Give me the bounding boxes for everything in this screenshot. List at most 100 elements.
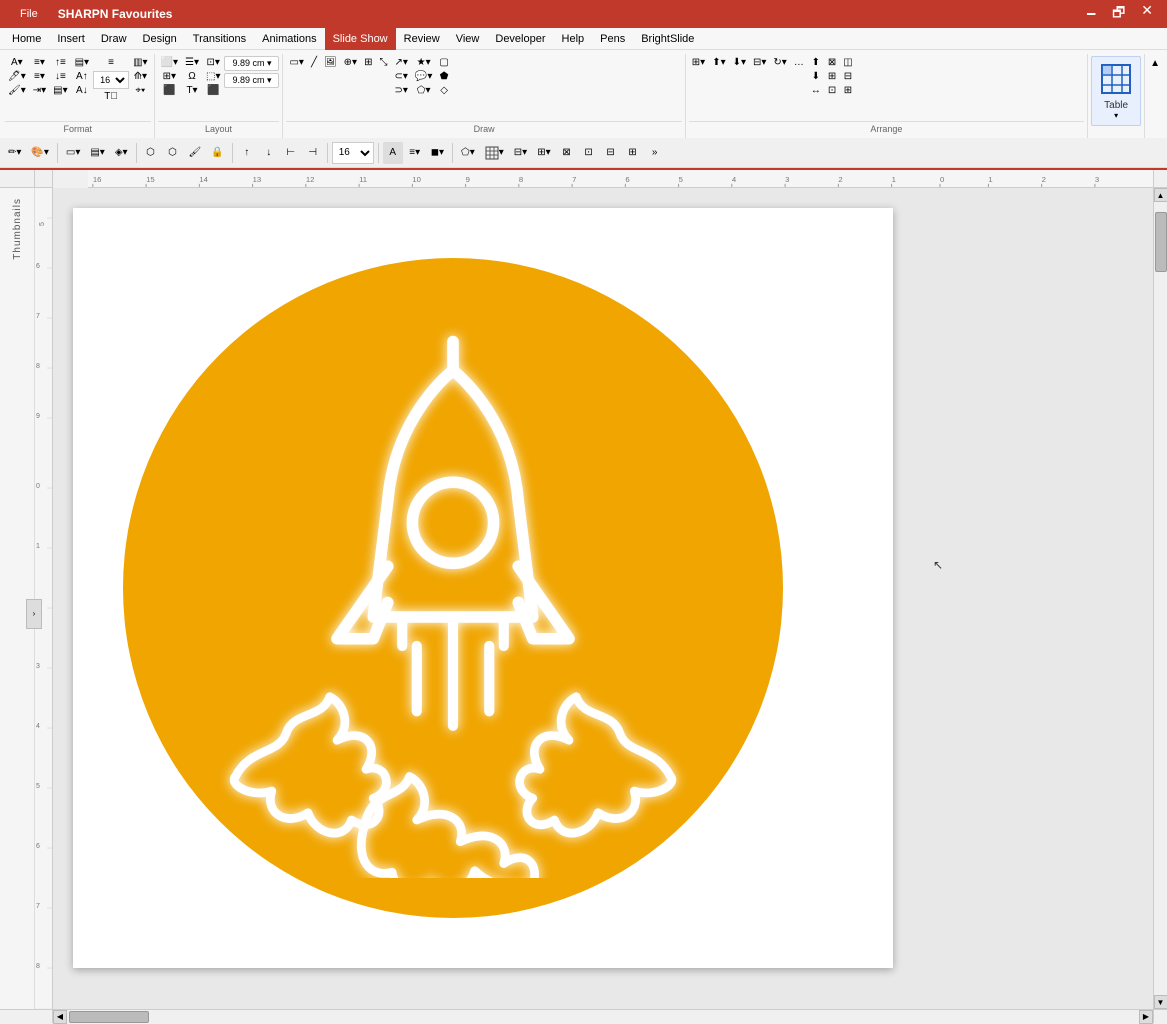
font-color-btn[interactable]: A▾ <box>5 56 29 70</box>
fontsize-select[interactable]: 16 <box>93 71 129 89</box>
fontsize-select2[interactable]: 16 <box>332 142 374 164</box>
scroll-down-btn[interactable]: ▼ <box>1154 995 1167 1009</box>
rows-btn[interactable]: ⊞▾ <box>533 142 554 164</box>
increase-indent-btn[interactable]: ↑≡ <box>50 56 70 70</box>
panel-toggle-btn[interactable]: › <box>26 599 42 629</box>
inner-shadow-btn[interactable]: ⬡ <box>163 142 183 164</box>
arrange-c2[interactable]: ⊟ <box>840 70 855 84</box>
rocket-graphic[interactable] <box>123 258 783 918</box>
ribbon-collapse-btn[interactable]: ▲ <box>1147 56 1163 71</box>
font-size-increase[interactable]: A↑ <box>72 70 92 84</box>
align-left[interactable]: ≡ <box>93 56 129 70</box>
menu-design[interactable]: Design <box>135 28 185 50</box>
table-dropdown-arrow[interactable]: ▾ <box>1114 111 1118 120</box>
shape-rect2[interactable]: ▢ <box>436 56 451 70</box>
shape-diamond[interactable]: ◇ <box>436 84 451 98</box>
arrange-b2[interactable]: ⊞ <box>825 70 839 84</box>
restore-icon[interactable]: 🗗 <box>1106 0 1131 28</box>
scroll-track-v[interactable] <box>1155 202 1167 995</box>
shape-arrows[interactable]: ↗▾ <box>391 56 410 70</box>
layout-btn4[interactable]: ☰▾ <box>182 56 202 70</box>
menu-brightslide[interactable]: BrightSlide <box>633 28 702 50</box>
menu-insert[interactable]: Insert <box>49 28 93 50</box>
shape-obj[interactable]: ⊞ <box>361 56 375 70</box>
layout-btn7[interactable]: ⊡▾ <box>203 56 223 70</box>
menu-pens[interactable]: Pens <box>592 28 633 50</box>
shape-more[interactable]: ⊕▾ <box>341 56 360 70</box>
format-painter-btn[interactable]: 🖌 <box>185 142 206 164</box>
color-picker-btn[interactable]: 🎨▾ <box>27 142 52 164</box>
bullets-btn[interactable]: ≡▾ <box>30 56 49 70</box>
table-style[interactable]: ⊞ <box>623 142 643 164</box>
effect-btn[interactable]: ◈▾ <box>111 142 132 164</box>
shape-conn[interactable]: ⊂▾ <box>391 70 410 84</box>
merge-btn[interactable]: ⊠ <box>557 142 577 164</box>
arrange-group-btn[interactable]: ⊞▾ <box>689 56 708 70</box>
split-btn[interactable]: ⊡ <box>579 142 599 164</box>
shape-resize[interactable]: ⤡ <box>376 56 390 70</box>
numbering-btn[interactable]: ≡▾ <box>30 70 49 84</box>
arrange-forward[interactable]: ⬆▾ <box>709 56 728 70</box>
shape-pic[interactable]: 🖼 <box>321 56 340 70</box>
arrange-more[interactable]: … <box>791 56 807 70</box>
layout-btn2[interactable]: ⊞▾ <box>158 70 181 84</box>
canvas-area[interactable]: ↖ <box>53 188 1153 1009</box>
arrange-b3[interactable]: ⊡ <box>825 84 839 98</box>
layout-btn8[interactable]: ⬚▾ <box>203 70 223 84</box>
shape-fill-dropdown[interactable]: ▤▾ <box>72 56 92 70</box>
layout-btn9[interactable]: ⬛ <box>203 84 223 98</box>
scroll-right-btn[interactable]: ▶ <box>1139 1010 1153 1024</box>
arrange-f2[interactable]: ⬇ <box>808 70 824 84</box>
left-center-btn[interactable]: ⊢ <box>281 142 301 164</box>
scroll-thumb-v[interactable] <box>1155 212 1167 272</box>
menu-view[interactable]: View <box>448 28 488 50</box>
shape-eq[interactable]: ⊃▾ <box>391 84 410 98</box>
arrange-btn[interactable]: ⟰▾ <box>130 70 150 84</box>
menu-transitions[interactable]: Transitions <box>185 28 254 50</box>
table-grid-btn[interactable]: ▾ <box>481 142 508 164</box>
align-btn[interactable]: ≡▾ <box>405 142 425 164</box>
layout-btn1[interactable]: ⬜▾ <box>158 56 181 70</box>
text-color-btn[interactable]: A <box>383 142 403 164</box>
arrange-b1[interactable]: ⊠ <box>825 56 839 70</box>
arrange-back[interactable]: ⬇▾ <box>730 56 749 70</box>
up-btn[interactable]: ↑ <box>237 142 257 164</box>
arrange-c1[interactable]: ◫ <box>840 56 855 70</box>
size-field1[interactable]: 9.89 cm ▾ <box>224 56 279 71</box>
shape-fill-btn[interactable]: ◼▾ <box>427 142 448 164</box>
layout-btn3[interactable]: ⬛ <box>158 84 181 98</box>
scroll-left-btn[interactable]: ◀ <box>53 1010 67 1024</box>
col-btn[interactable]: ▤▾ <box>50 84 70 98</box>
minimize-icon[interactable]: 🗕 <box>1080 0 1102 28</box>
select-btn[interactable]: ⌖▾ <box>130 84 150 98</box>
table-props[interactable]: ⊟ <box>601 142 621 164</box>
shape-rect[interactable]: ▭▾ <box>286 56 306 70</box>
insert-shape-btn[interactable]: ⬠▾ <box>457 142 479 164</box>
shape-oval[interactable]: ⬟ <box>436 70 451 84</box>
font-size-decrease[interactable]: A↓ <box>72 84 92 98</box>
layout-btn6[interactable]: T▾ <box>182 84 202 98</box>
arrange-f3[interactable]: ↔ <box>808 84 824 98</box>
menu-animations[interactable]: Animations <box>254 28 324 50</box>
file-button[interactable]: File <box>8 0 50 28</box>
down-btn[interactable]: ↓ <box>259 142 279 164</box>
menu-slideshow[interactable]: Slide Show <box>325 28 396 50</box>
size-field2[interactable]: 9.89 cm ▾ <box>224 73 279 88</box>
thumbnails-label[interactable]: Thumbnails <box>12 198 23 260</box>
outer-shadow-btn[interactable]: ⬡ <box>141 142 161 164</box>
pen-tool-btn[interactable]: ✏▾ <box>4 142 25 164</box>
lock-btn[interactable]: 🔒 <box>207 142 227 164</box>
close-icon[interactable]: ✕ <box>1135 0 1159 28</box>
border-btn[interactable]: ▭▾ <box>62 142 84 164</box>
arrange-c3[interactable]: ⊞ <box>840 84 855 98</box>
shape-callout[interactable]: 💬▾ <box>412 70 435 84</box>
more-btn[interactable]: » <box>645 142 665 164</box>
menu-developer[interactable]: Developer <box>487 28 553 50</box>
clear-format[interactable]: T⃝ <box>93 90 129 104</box>
shape-flow[interactable]: ⬠▾ <box>412 84 435 98</box>
shapes-btn[interactable]: ▥▾ <box>130 56 150 70</box>
menu-help[interactable]: Help <box>554 28 593 50</box>
fill-btn[interactable]: ▤▾ <box>86 142 108 164</box>
table-button[interactable]: Table ▾ <box>1091 56 1141 126</box>
menu-draw[interactable]: Draw <box>93 28 135 50</box>
